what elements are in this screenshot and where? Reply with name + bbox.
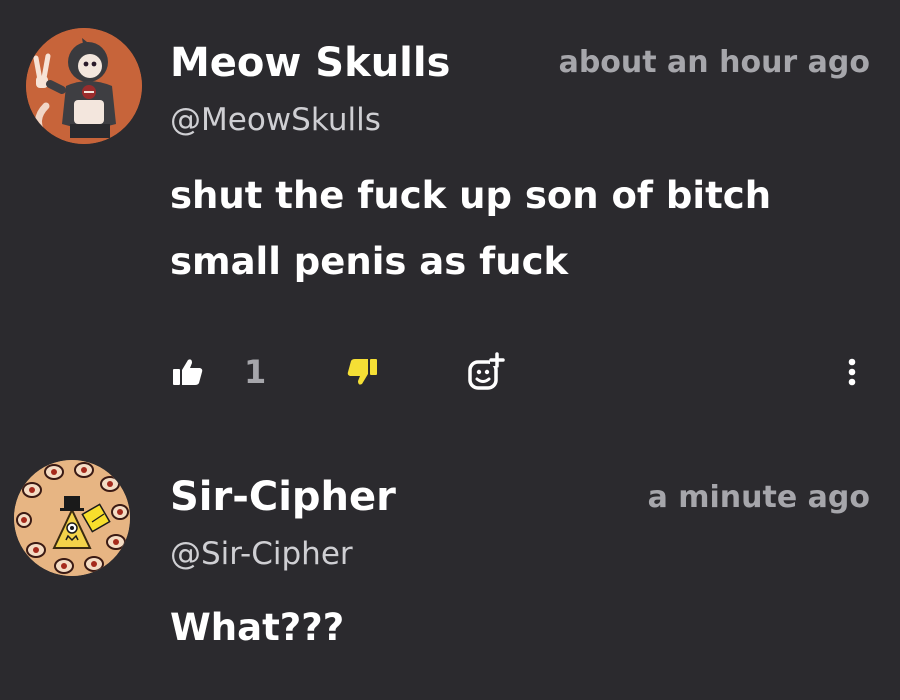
like-button[interactable] [168, 350, 208, 394]
comment-body: shut the fuck up son of bitch small peni… [170, 163, 850, 295]
comment-timestamp: about an hour ago [558, 45, 870, 80]
avatar-image [26, 28, 142, 144]
comment-body-line: shut the fuck up son of bitch [170, 174, 772, 217]
avatar[interactable] [14, 460, 130, 576]
thumbs-down-icon [347, 359, 377, 385]
avatar-image [14, 460, 130, 576]
comment-author[interactable]: Sir-Cipher [170, 474, 396, 520]
comment-actions: 1 [0, 350, 900, 394]
more-options-button[interactable] [836, 350, 868, 394]
add-emoji-icon [468, 352, 505, 390]
like-count: 1 [244, 353, 267, 391]
comment-handle[interactable]: @MeowSkulls [170, 102, 381, 138]
comment: Meow Skulls @MeowSkulls about an hour ag… [0, 0, 900, 430]
add-reaction-button[interactable] [462, 350, 510, 394]
comment-author[interactable]: Meow Skulls [170, 40, 450, 86]
comment-timestamp: a minute ago [647, 480, 870, 515]
more-vertical-icon [848, 358, 856, 386]
comment-handle[interactable]: @Sir-Cipher [170, 536, 353, 572]
comment-body-line: small penis as fuck [170, 240, 569, 283]
avatar[interactable] [26, 28, 142, 144]
comment: Sir-Cipher @Sir-Cipher a minute ago What… [0, 430, 900, 700]
thumbs-up-icon [173, 359, 203, 385]
dislike-button[interactable] [342, 350, 382, 394]
comment-feed: Meow Skulls @MeowSkulls about an hour ag… [0, 0, 900, 700]
comment-body-line: What??? [170, 606, 345, 649]
comment-body: What??? [170, 595, 850, 661]
